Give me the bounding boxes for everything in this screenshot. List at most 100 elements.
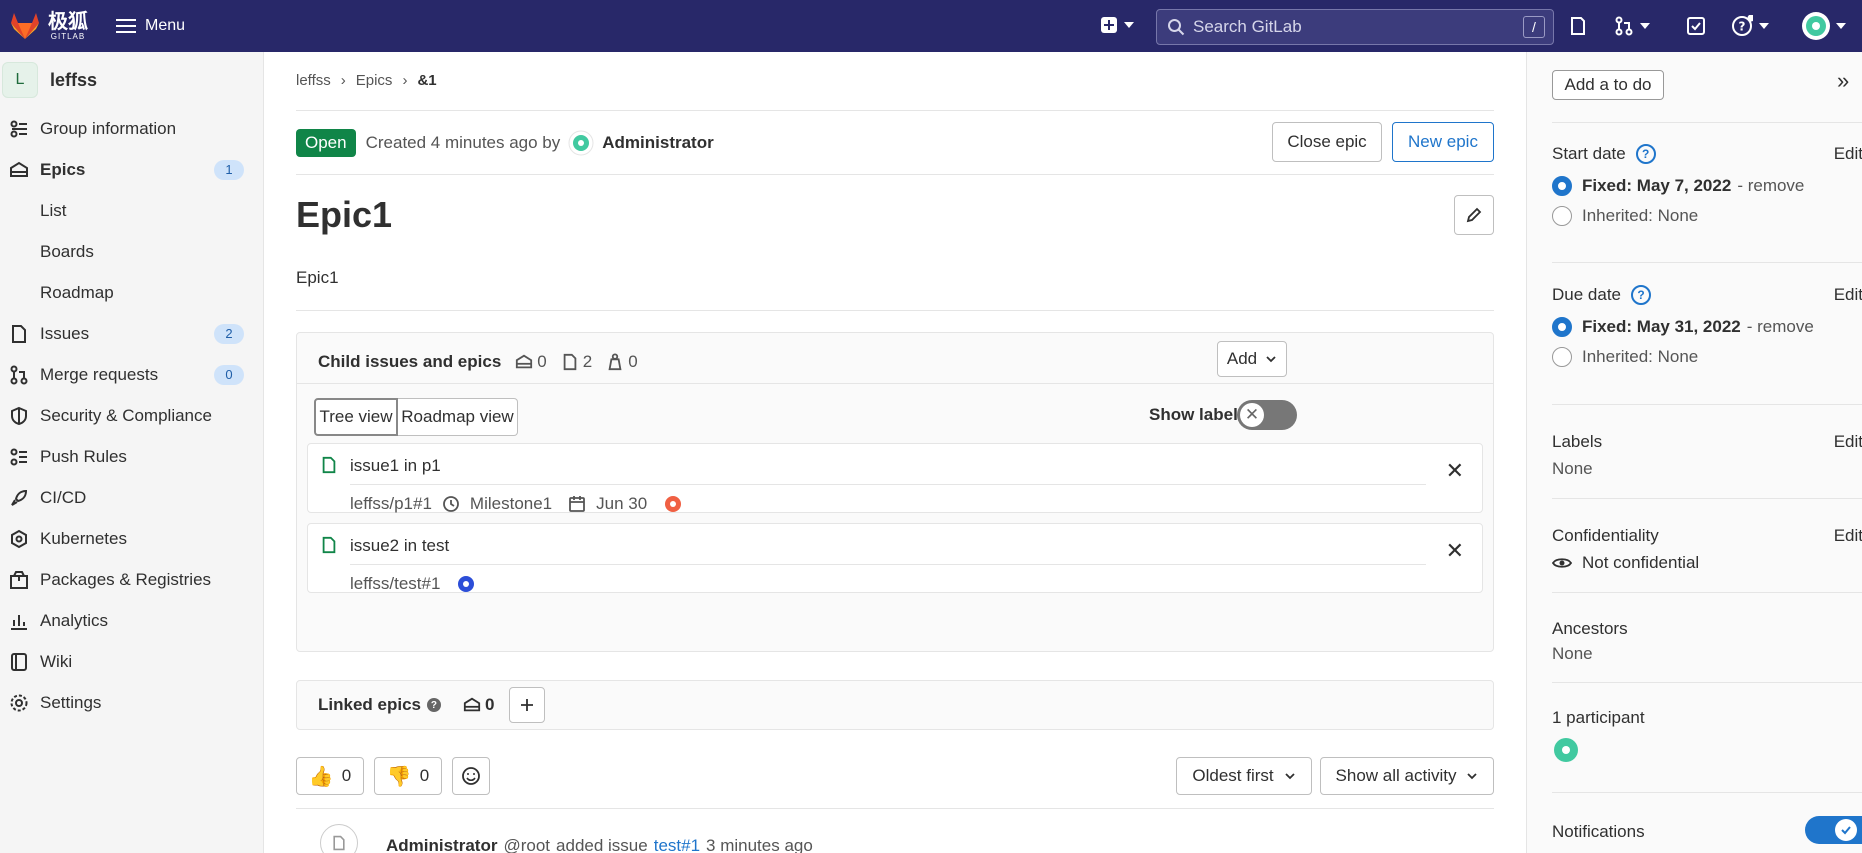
note-author[interactable]: Administrator [386, 836, 497, 853]
sidebar-item-settings[interactable]: Settings [0, 682, 263, 723]
list-item[interactable]: issue1 in p1 leffss/p1#1 Milestone1 Jun … [307, 443, 1483, 513]
child-item-milestone: Milestone1 [469, 494, 553, 513]
ancestors-label: Ancestors [1552, 619, 1628, 638]
sort-dropdown[interactable]: Oldest first [1176, 757, 1312, 795]
menu-label: Menu [145, 17, 186, 34]
sidebar-item-security-compliance[interactable]: Security & Compliance [0, 395, 263, 436]
pencil-icon [1466, 207, 1482, 223]
start-fixed-option[interactable]: Fixed: May 7, 2022 - remove [1552, 176, 1862, 196]
divider [296, 310, 1494, 311]
participants-section: 1 participant [1552, 708, 1862, 769]
thumbs-up-button[interactable]: 👍 0 [296, 757, 364, 795]
sidebar-item-merge-requests[interactable]: Merge requests 0 [0, 354, 263, 395]
add-reaction-button[interactable] [452, 757, 490, 795]
chevron-down-icon [1266, 356, 1276, 363]
package-icon [8, 569, 30, 591]
radio-selected[interactable] [1552, 176, 1572, 196]
show-labels-toggle[interactable]: ✕ [1237, 400, 1297, 430]
roadmap-view-button[interactable]: Roadmap view [398, 398, 518, 436]
radio-unselected[interactable] [1552, 347, 1572, 367]
sidebar-item-epics[interactable]: Epics 1 [0, 149, 263, 190]
breadcrumb-epics[interactable]: Epics [356, 72, 393, 89]
question-icon[interactable]: ? [1635, 144, 1656, 164]
brand-logo[interactable]: 极狐 GITLAB [10, 11, 88, 41]
avatar[interactable] [456, 574, 476, 594]
new-epic-button[interactable]: New epic [1392, 122, 1494, 162]
radio-unselected[interactable] [1552, 206, 1572, 226]
linked-epics-title: Linked epics [318, 695, 421, 714]
divider [1552, 792, 1862, 793]
sidebar-group-header[interactable]: L leffss [0, 52, 263, 108]
notifications-toggle[interactable] [1805, 816, 1862, 844]
edit-title-button[interactable] [1454, 195, 1494, 235]
start-date-edit-button[interactable]: Edit [1834, 144, 1862, 164]
question-icon[interactable]: ? [426, 698, 441, 712]
tree-view-button[interactable]: Tree view [314, 398, 398, 436]
due-inherited-option[interactable]: Inherited: None [1552, 347, 1862, 367]
sidebar-item-boards[interactable]: Boards [0, 231, 263, 272]
sidebar-item-wiki[interactable]: Wiki [0, 641, 263, 682]
remove-child-button[interactable]: ✕ [1446, 538, 1464, 564]
merge-requests-top-button[interactable] [1614, 16, 1650, 36]
sidebar-item-list[interactable]: List [0, 190, 263, 231]
due-inherited-value: Inherited: None [1582, 347, 1699, 366]
activity-filter-dropdown[interactable]: Show all activity [1320, 757, 1494, 795]
author-link[interactable]: Administrator [602, 133, 713, 153]
todos-top-button[interactable] [1686, 16, 1706, 36]
breadcrumb-current[interactable]: &1 [417, 72, 436, 89]
sidebar-item-analytics[interactable]: Analytics [0, 600, 263, 641]
child-item-ref[interactable]: leffss/test#1 [350, 574, 440, 594]
svg-text:?: ? [1739, 20, 1746, 34]
user-menu-button[interactable] [1802, 12, 1846, 40]
list-item[interactable]: issue2 in test leffss/test#1 ✕ [307, 523, 1483, 593]
sidebar-item-packages-registries[interactable]: Packages & Registries [0, 559, 263, 600]
sidebar-item-push-rules[interactable]: Push Rules [0, 436, 263, 477]
due-remove-link[interactable]: - remove [1747, 317, 1814, 337]
remove-child-button[interactable]: ✕ [1446, 458, 1464, 484]
labels-edit-button[interactable]: Edit [1834, 432, 1862, 452]
due-fixed-value: Fixed: May 31, 2022 [1582, 317, 1741, 336]
sidebar-item-issues[interactable]: Issues 2 [0, 313, 263, 354]
right-sidebar: Add a to do » Start date ? Edit Fixed: M… [1526, 52, 1862, 853]
radio-selected[interactable] [1552, 317, 1572, 337]
menu-button[interactable]: Menu [116, 17, 185, 35]
sidebar-item-label: Boards [40, 241, 94, 261]
question-icon[interactable]: ? [1631, 285, 1651, 305]
due-date-edit-button[interactable]: Edit [1834, 285, 1862, 305]
avatar[interactable] [663, 494, 683, 514]
epic-header: Open Created 4 minutes ago by Administra… [296, 122, 1494, 164]
child-item-title[interactable]: issue1 in p1 [350, 456, 441, 476]
close-epic-button[interactable]: Close epic [1272, 122, 1382, 162]
note-link[interactable]: test#1 [654, 836, 700, 853]
analytics-icon [8, 610, 30, 632]
sidebar-item-ci-cd[interactable]: CI/CD [0, 477, 263, 518]
collapse-sidebar-icon[interactable]: » [1837, 68, 1849, 94]
create-new-button[interactable] [1100, 16, 1134, 34]
start-date-label: Start date ? [1552, 144, 1862, 164]
search-input[interactable]: Search GitLab / [1156, 9, 1554, 45]
add-child-label: Add [1226, 349, 1258, 368]
confidentiality-edit-button[interactable]: Edit [1834, 526, 1862, 546]
start-inherited-option[interactable]: Inherited: None [1552, 206, 1862, 226]
add-todo-button[interactable]: Add a to do [1552, 70, 1664, 100]
plus-square-icon [1101, 17, 1117, 33]
avatar[interactable] [1552, 736, 1580, 764]
sidebar-item-label: Analytics [40, 610, 109, 630]
brand-subname: GITLAB [50, 32, 86, 41]
add-child-button[interactable]: Add [1217, 341, 1287, 377]
issue-open-icon [322, 456, 336, 474]
top-navbar: 极狐 GITLAB Menu Search GitLab / ? [0, 0, 1862, 52]
add-linked-epic-button[interactable] [509, 687, 545, 723]
sidebar-item-group-information[interactable]: Group information [0, 108, 263, 149]
help-top-button[interactable]: ? [1731, 15, 1769, 37]
issues-top-button[interactable] [1568, 16, 1588, 36]
start-remove-link[interactable]: - remove [1737, 176, 1804, 196]
child-item-ref[interactable]: leffss/p1#1 [350, 494, 432, 514]
sidebar-item-kubernetes[interactable]: Kubernetes [0, 518, 263, 559]
thumbs-down-button[interactable]: 👎 0 [374, 757, 442, 795]
sidebar-item-roadmap[interactable]: Roadmap [0, 272, 263, 313]
breadcrumb-group[interactable]: leffss [296, 72, 331, 89]
merge-request-icon [8, 364, 30, 386]
due-fixed-option[interactable]: Fixed: May 31, 2022 - remove [1552, 317, 1862, 337]
child-item-title[interactable]: issue2 in test [350, 536, 449, 556]
